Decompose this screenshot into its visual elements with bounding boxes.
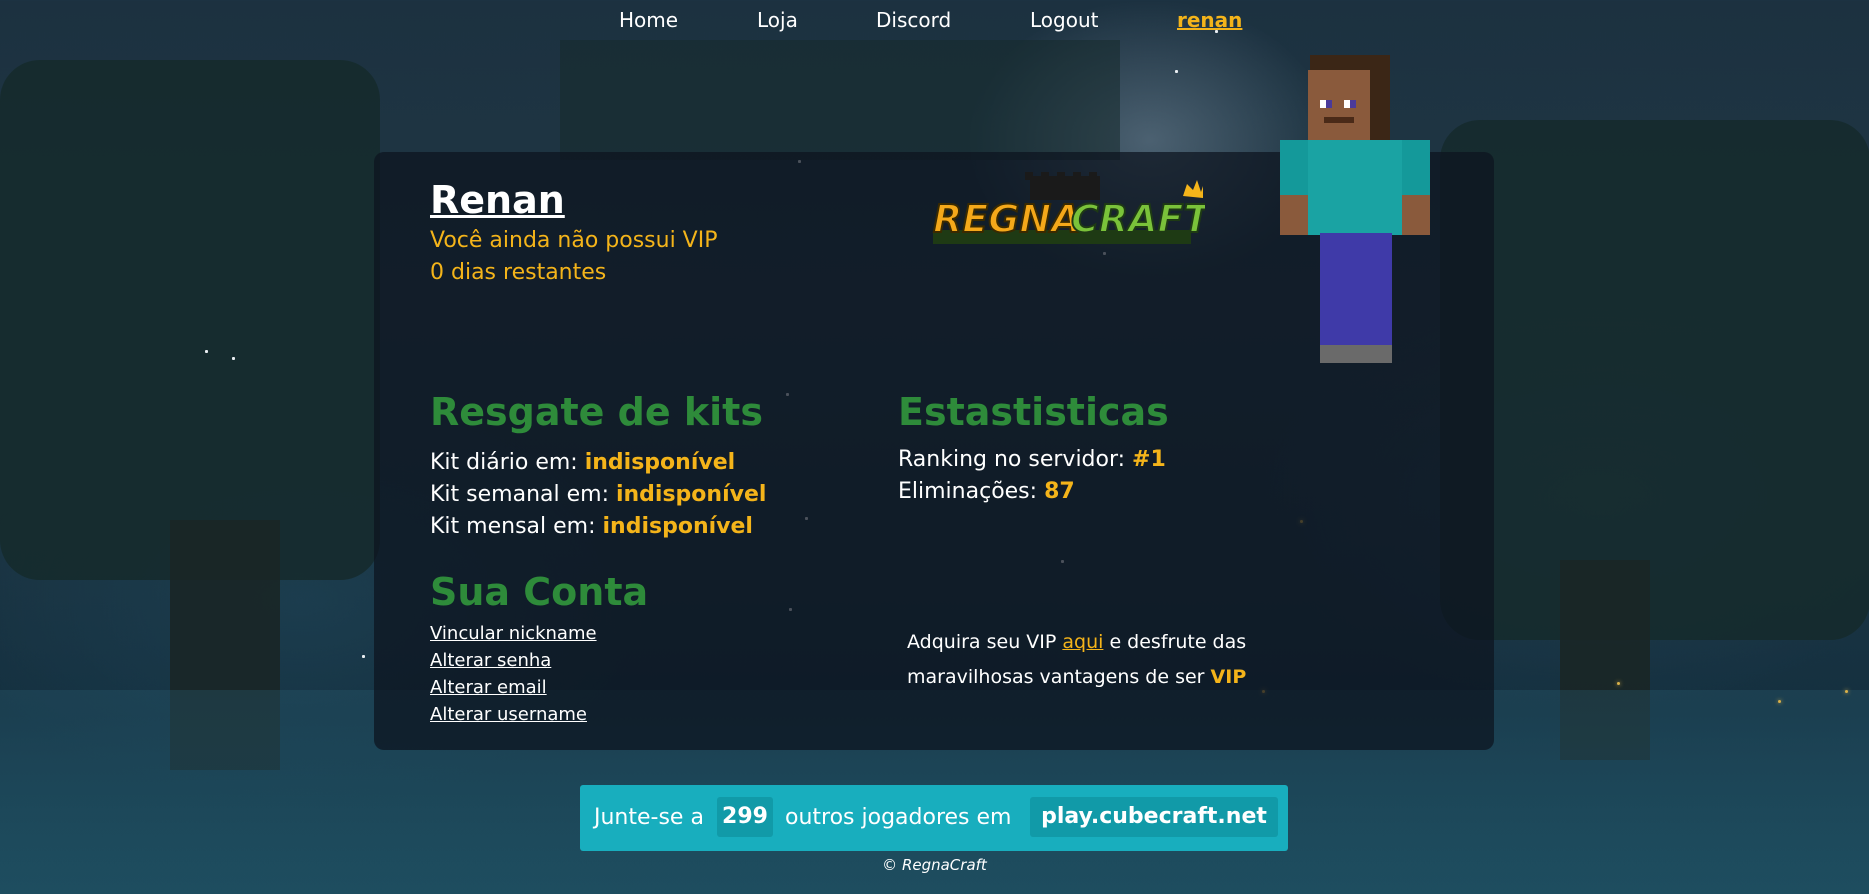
- nav-discord[interactable]: Discord: [876, 8, 951, 32]
- skin-face: [1308, 70, 1370, 140]
- star: [362, 655, 365, 658]
- skin-shoes: [1320, 345, 1392, 363]
- join-middle: outros jogadores em: [785, 805, 1012, 830]
- promo-vip: VIP: [1210, 666, 1247, 688]
- join-prefix: Junte-se a: [594, 805, 704, 830]
- stats-ranking-value: #1: [1132, 447, 1166, 472]
- player-count: 299: [717, 797, 773, 837]
- castle-icon: [1025, 172, 1100, 200]
- logo-text-left: REGNA: [933, 197, 1081, 241]
- player-skin: [1280, 55, 1430, 363]
- nav-home[interactable]: Home: [619, 8, 678, 32]
- tree-left: [0, 60, 380, 580]
- link-alterar-username[interactable]: Alterar username: [430, 704, 587, 725]
- kits-title: Resgate de kits: [430, 390, 763, 434]
- star: [205, 350, 208, 353]
- link-alterar-email[interactable]: Alterar email: [430, 677, 547, 698]
- stats-ranking-label: Ranking no servidor:: [898, 447, 1133, 472]
- player-name: Renan: [430, 178, 565, 222]
- regnacraft-logo: REGNA CRAFT: [932, 172, 1205, 244]
- top-nav: Home Loja Discord Logout renan: [0, 8, 1869, 34]
- star: [1175, 70, 1178, 73]
- crown-icon: [1183, 180, 1203, 198]
- kit-weekly-row: Kit semanal em: indisponível: [430, 482, 766, 507]
- kit-monthly-label: Kit mensal em:: [430, 514, 603, 539]
- kit-daily-value: indisponível: [584, 450, 736, 475]
- link-vincular-nickname[interactable]: Vincular nickname: [430, 623, 597, 644]
- promo-text-before: Adquira seu VIP: [907, 631, 1063, 653]
- link-alterar-senha[interactable]: Alterar senha: [430, 650, 551, 671]
- nav-logout[interactable]: Logout: [1030, 8, 1098, 32]
- kit-daily-row: Kit diário em: indisponível: [430, 450, 735, 475]
- star: [232, 357, 235, 360]
- kit-daily-label: Kit diário em:: [430, 450, 585, 475]
- tree-right: [1440, 120, 1869, 640]
- kit-weekly-value: indisponível: [615, 482, 767, 507]
- stats-kills-row: Eliminações: 87: [898, 479, 1075, 504]
- nav-loja[interactable]: Loja: [757, 8, 798, 32]
- firefly: [1845, 690, 1848, 693]
- kit-monthly-value: indisponível: [602, 514, 753, 539]
- stats-ranking-row: Ranking no servidor: #1: [898, 447, 1166, 472]
- kit-monthly-row: Kit mensal em: indisponível: [430, 514, 753, 539]
- nav-user[interactable]: renan: [1177, 8, 1242, 32]
- account-title: Sua Conta: [430, 570, 649, 614]
- server-address[interactable]: play.cubecraft.net: [1030, 797, 1278, 837]
- stats-kills-label: Eliminações:: [898, 479, 1045, 504]
- vip-promo: Adquira seu VIP aqui e desfrute das mara…: [907, 625, 1277, 695]
- promo-link[interactable]: aqui: [1062, 631, 1103, 653]
- join-banner: Junte-se a 299 outros jogadores em play.…: [580, 785, 1288, 851]
- footer-copyright: © RegnaCraft: [882, 856, 987, 874]
- kit-weekly-label: Kit semanal em:: [430, 482, 616, 507]
- firefly: [1778, 700, 1781, 703]
- stats-kills-value: 87: [1044, 479, 1075, 504]
- skin-pants: [1320, 233, 1392, 348]
- vip-days-remaining: 0 dias restantes: [430, 260, 607, 285]
- tree-mid: [560, 40, 1120, 160]
- stats-title: Estastisticas: [898, 390, 1169, 434]
- logo-text-right: CRAFT: [1071, 197, 1205, 241]
- vip-status: Você ainda não possui VIP: [430, 228, 718, 253]
- firefly: [1617, 682, 1620, 685]
